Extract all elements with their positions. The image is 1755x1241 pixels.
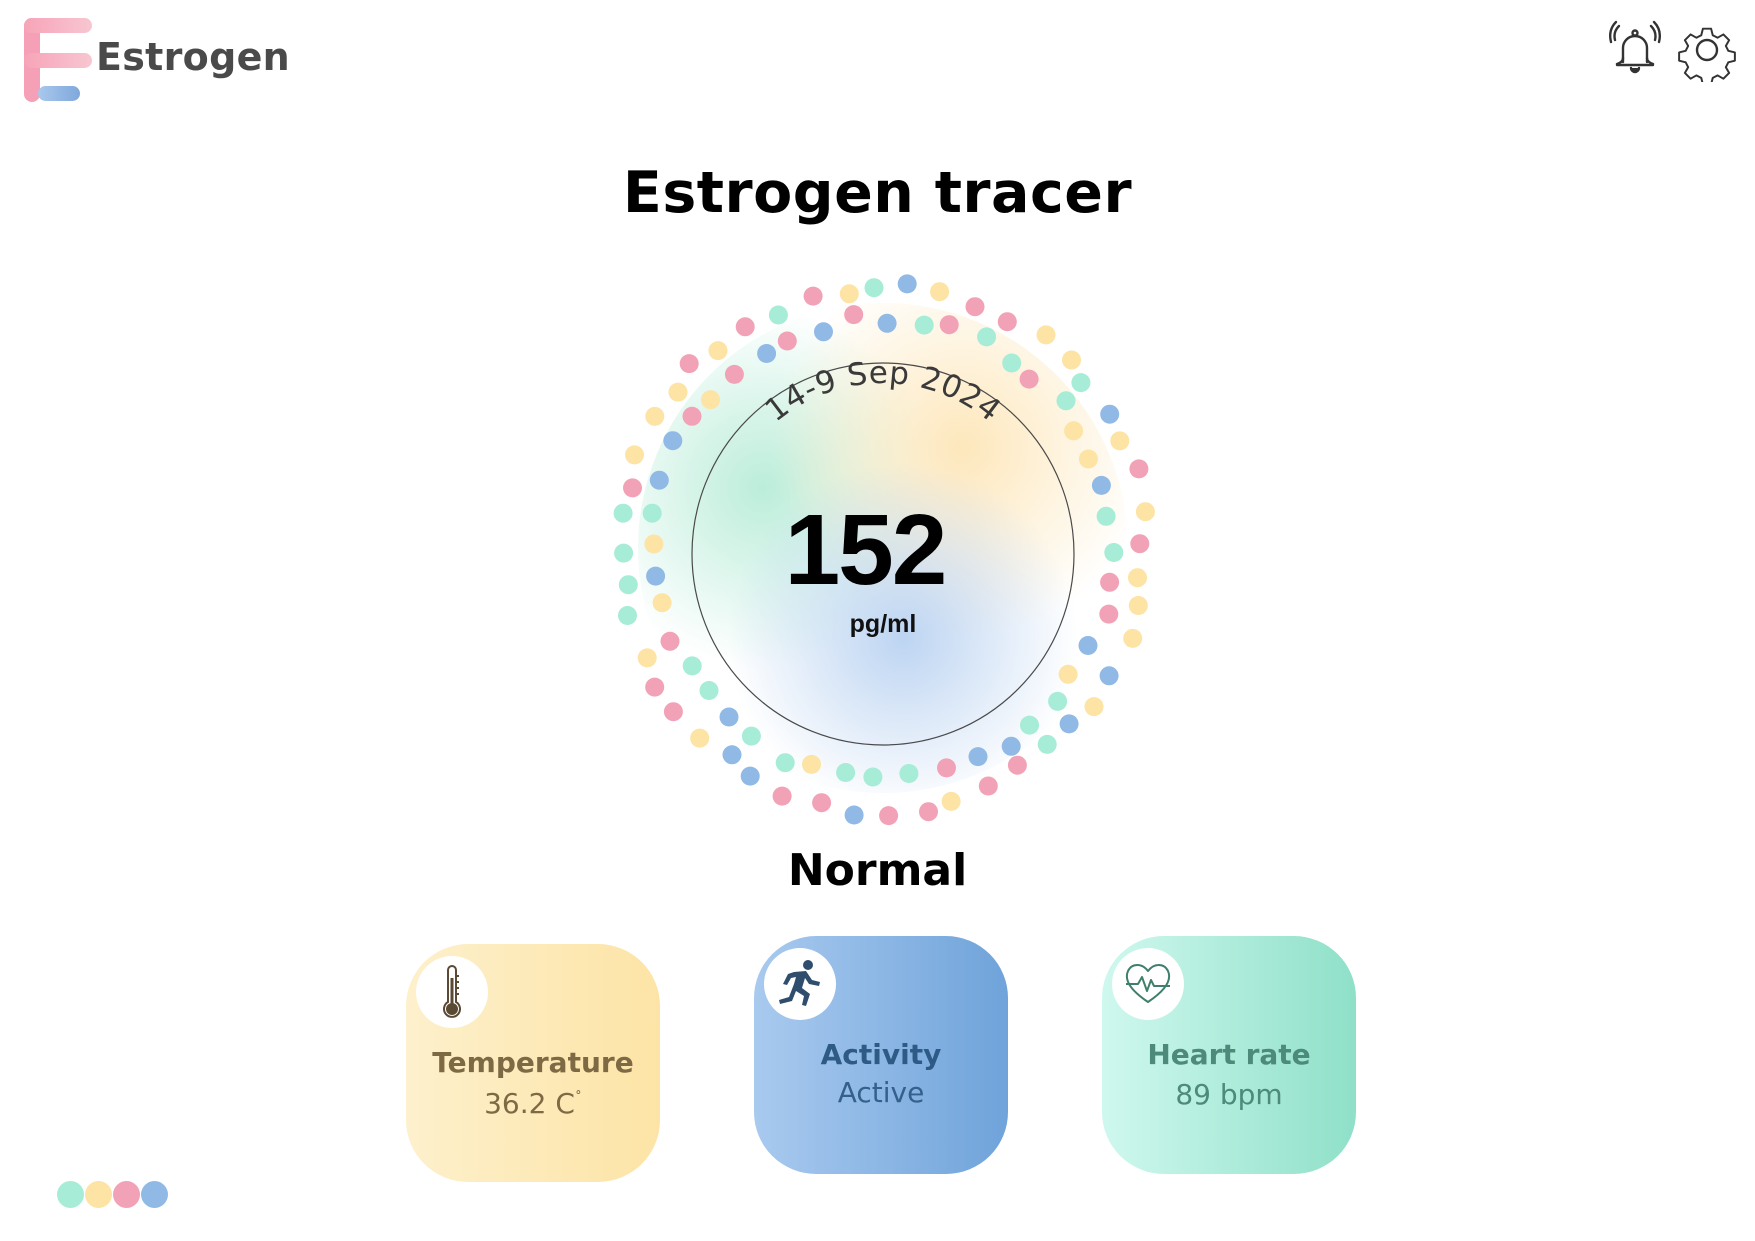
ring-dot [741, 726, 761, 746]
heart-pulse-icon [1125, 964, 1171, 1003]
ring-dot [701, 390, 720, 410]
ring-dot [1058, 664, 1078, 684]
ring-dot [1071, 373, 1091, 393]
status-label: Normal [787, 845, 968, 896]
ring-dot [740, 766, 760, 786]
ring-dot [708, 341, 728, 361]
page-indicator [57, 1181, 169, 1208]
ring-dot [919, 802, 938, 822]
ring-dot [965, 297, 985, 317]
heart-rate-card[interactable]: Heart rate 89 bpm [1102, 936, 1356, 1174]
ring-dot [968, 747, 988, 767]
activity-label: Activity [820, 1038, 942, 1071]
ring-dot [663, 702, 683, 722]
ring-dot [1062, 350, 1081, 370]
ring-dot [844, 805, 864, 825]
page-dot[interactable] [113, 1181, 140, 1208]
ring-dot [1048, 691, 1068, 711]
ring-dot [1001, 736, 1021, 756]
ring-dot [839, 284, 859, 304]
ring-dot [899, 764, 919, 783]
ring-dot [1019, 369, 1039, 389]
ring-dot [863, 767, 883, 787]
ring-dot [645, 406, 665, 426]
ring-dot [663, 431, 683, 451]
ring-dot [879, 806, 899, 826]
ring-dot [1064, 421, 1084, 441]
ring-dot [1037, 734, 1057, 754]
estrogen-value: 152 [784, 494, 948, 606]
ring-dot [978, 776, 998, 796]
app-logo[interactable]: Estrogen [24, 18, 290, 108]
ring-dot [802, 754, 821, 774]
ring-dot [719, 707, 739, 727]
ring-dot [625, 445, 644, 465]
temperature-card[interactable]: Temperature 36.2 C˚ [406, 944, 660, 1182]
ring-dot [722, 745, 742, 765]
app-name: Estrogen [96, 35, 291, 79]
ring-dot [1056, 391, 1076, 411]
ring-dot [930, 282, 950, 302]
ring-dot [941, 791, 961, 811]
logo-e-icon [24, 18, 92, 102]
running-person-icon [779, 960, 820, 1006]
ring-dot [649, 470, 669, 490]
activity-badge [764, 948, 836, 1020]
activity-value: Active [837, 1076, 925, 1109]
temperature-value: 36.2 C˚ [484, 1087, 582, 1120]
ring-dot [1110, 431, 1130, 451]
ring-dot [803, 286, 823, 306]
page-dot[interactable] [141, 1181, 168, 1208]
activity-card[interactable]: Activity Active [754, 936, 1008, 1174]
ring-dot [682, 656, 702, 676]
ring-dot [645, 677, 665, 697]
estrogen-unit: pg/ml [849, 610, 917, 638]
temperature-label: Temperature [432, 1046, 634, 1079]
ring-dot [1059, 714, 1079, 734]
page-dot[interactable] [57, 1181, 84, 1208]
heart-rate-badge [1112, 948, 1184, 1020]
temperature-badge [416, 956, 488, 1028]
ring-dot [1099, 666, 1119, 686]
ring-dot [775, 753, 795, 773]
ring-dot [679, 354, 699, 374]
page-dot[interactable] [85, 1181, 112, 1208]
ring-dot [1078, 449, 1098, 469]
ring-dot [699, 681, 719, 700]
ring-dot [1020, 715, 1039, 735]
ring-dot [1007, 755, 1027, 775]
ring-dot [812, 793, 832, 813]
ring-dot [937, 758, 956, 778]
ring-dot [1084, 697, 1104, 717]
bell-icon[interactable] [1603, 18, 1667, 82]
thermometer-icon [443, 965, 461, 1018]
header-actions [1603, 18, 1739, 82]
ring-dot [682, 406, 702, 426]
ring-dot [637, 648, 657, 668]
gear-icon[interactable] [1675, 18, 1739, 82]
estrogen-tracer-dial: 14-9 Sep 2024 152 pg/ml [603, 258, 1163, 838]
ring-dot [897, 274, 917, 294]
heart-rate-label: Heart rate [1147, 1038, 1311, 1071]
ring-dot [690, 728, 710, 748]
ring-dot [772, 786, 792, 806]
ring-dot [864, 278, 884, 298]
ring-dot [735, 317, 755, 337]
heart-rate-value: 89 bpm [1175, 1078, 1283, 1111]
ring-dot [836, 763, 856, 782]
ring-dot [724, 364, 744, 384]
ring-dot [668, 382, 688, 402]
ring-dot [1036, 325, 1056, 345]
ring-dot [1100, 404, 1120, 424]
ring-dot [1129, 459, 1149, 479]
page-title: Estrogen tracer [622, 160, 1133, 226]
